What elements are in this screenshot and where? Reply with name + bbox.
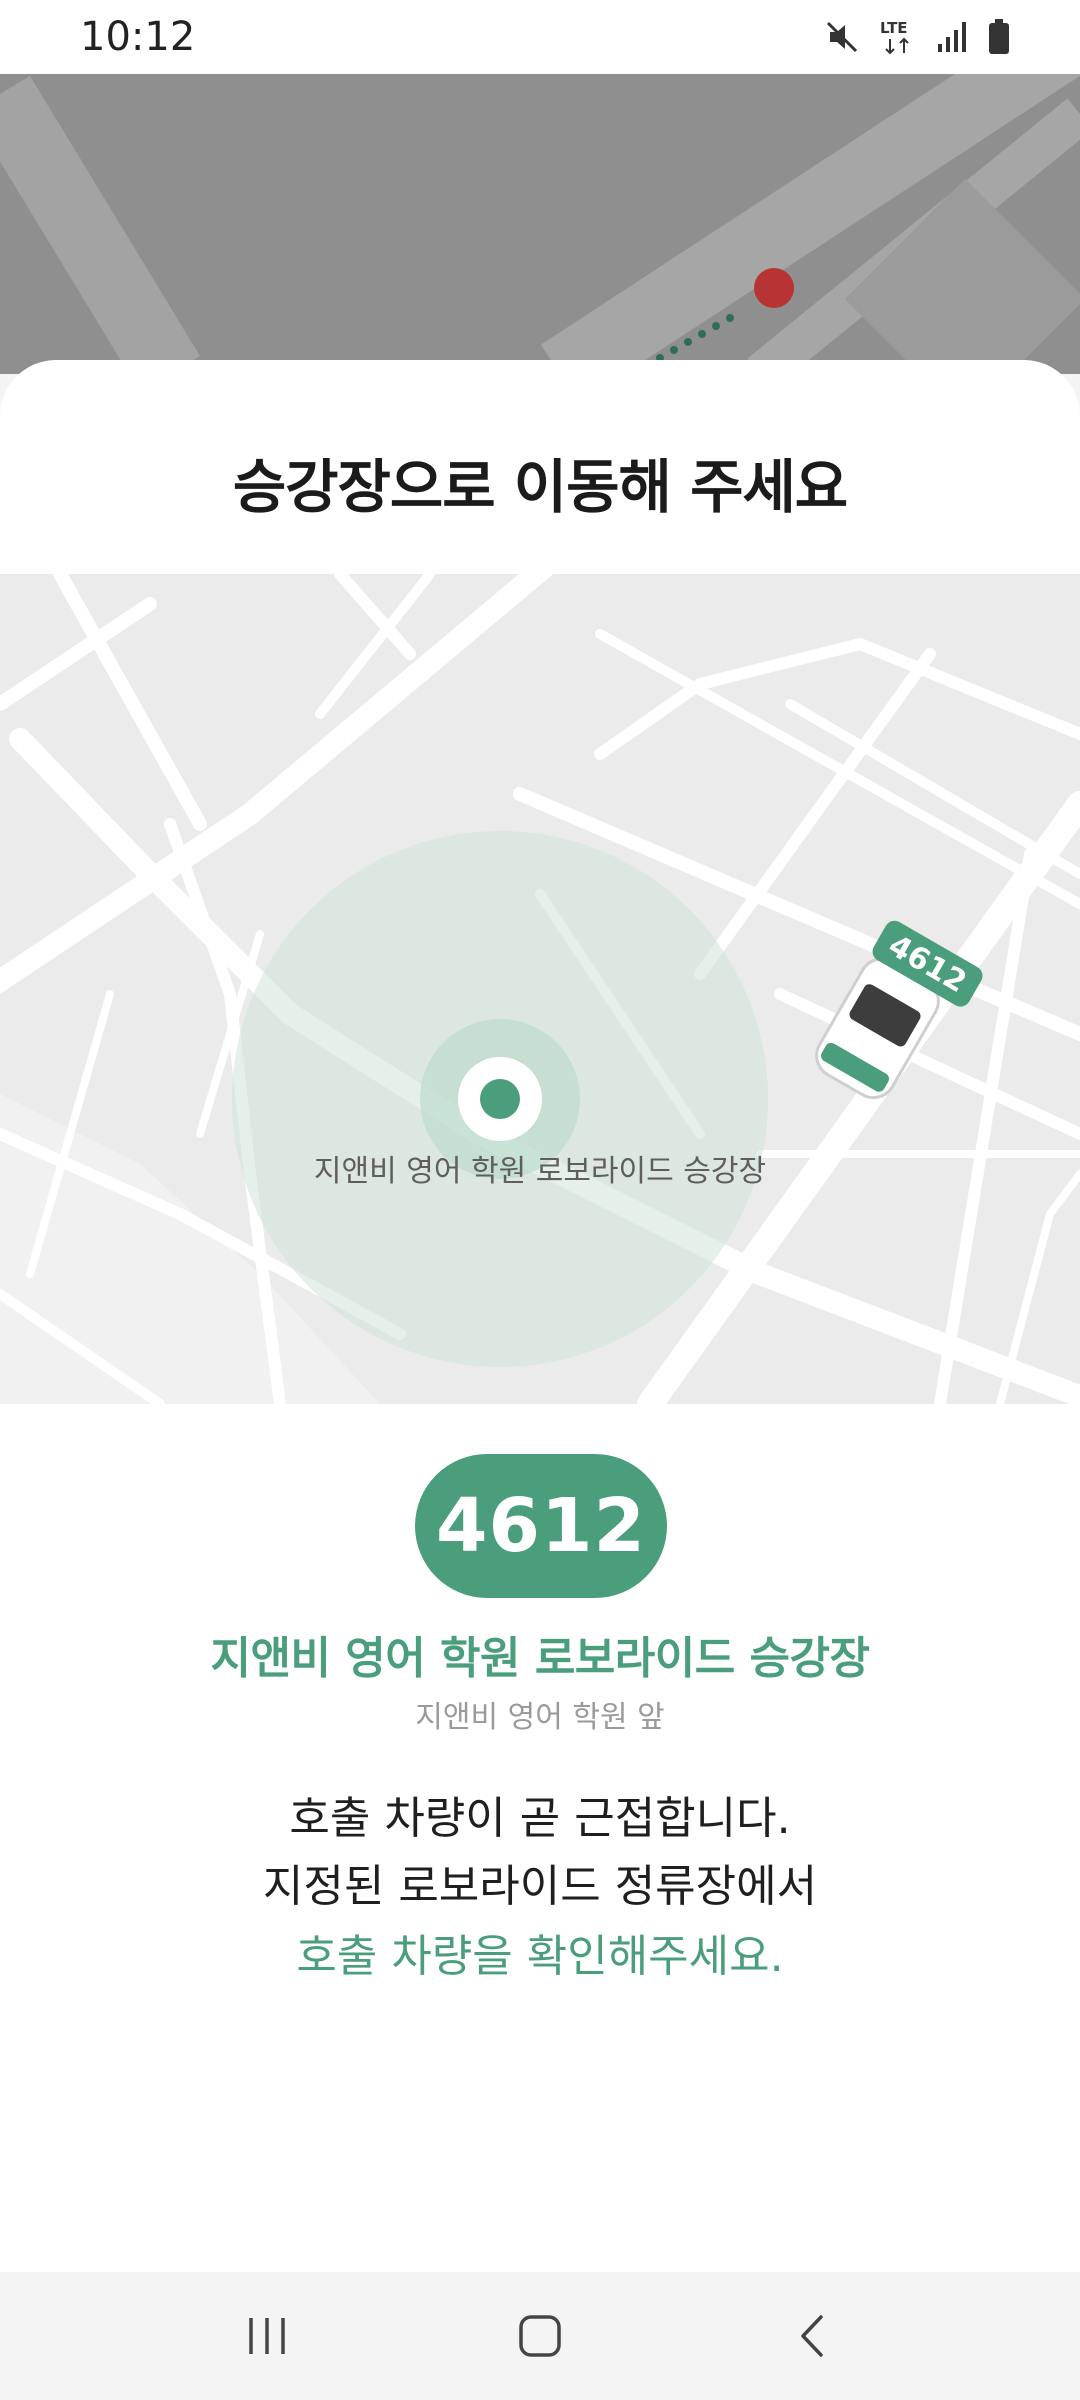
map-stop-label: 지앤비 영어 학원 로보라이드 승강장 xyxy=(313,1154,767,1189)
status-time: 10:12 xyxy=(80,14,196,60)
pickup-stop-marker xyxy=(458,1057,542,1141)
mute-icon xyxy=(824,19,860,55)
stop-map[interactable]: 4612 지앤비 영어 학원 로보라이드 승강장 xyxy=(0,574,1080,1404)
destination-marker xyxy=(754,268,794,308)
message-line-2: 지정된 로보라이드 정류장에서 xyxy=(262,1861,818,1912)
background-map xyxy=(0,74,1080,374)
status-icons: LTE xyxy=(824,17,1010,57)
battery-icon xyxy=(988,19,1010,55)
vehicle-number-badge: 4612 xyxy=(415,1454,667,1598)
back-icon[interactable] xyxy=(753,2286,873,2386)
lte-icon: LTE xyxy=(880,17,916,57)
message-line-3: 호출 차량을 확인해주세요. xyxy=(296,1931,784,1982)
status-bar: 10:12 LTE xyxy=(0,0,1080,74)
sheet-title: 승강장으로 이동해 주세요 xyxy=(232,453,848,521)
stop-name: 지앤비 영어 학원 로보라이드 승강장 xyxy=(210,1633,870,1684)
bottom-sheet: 승강장으로 이동해 주세요 4612 지앤비 영어 학원 로보라이드 승강장 4… xyxy=(0,360,1080,2272)
system-nav-bar xyxy=(0,2272,1080,2400)
signal-icon xyxy=(936,20,968,54)
home-icon[interactable] xyxy=(480,2286,600,2386)
recent-apps-icon[interactable] xyxy=(207,2286,327,2386)
message-line-1: 호출 차량이 곧 근접합니다. xyxy=(289,1793,791,1844)
stop-subtitle: 지앤비 영어 학원 앞 xyxy=(415,1700,665,1735)
svg-text:LTE: LTE xyxy=(880,19,908,37)
